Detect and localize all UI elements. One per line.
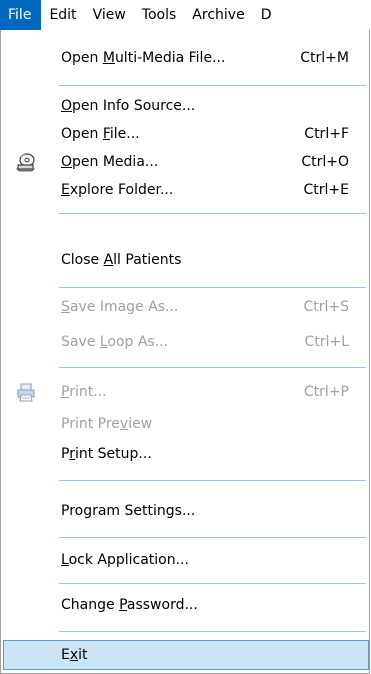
menu-item-print-preview[interactable]: Print Preview bbox=[1, 410, 369, 438]
menu-item-shortcut: Ctrl+P bbox=[303, 384, 349, 400]
printer-icon bbox=[15, 382, 37, 402]
menu-item-print[interactable]: Print... Ctrl+P bbox=[1, 378, 369, 406]
menu-item-shortcut: Ctrl+S bbox=[303, 299, 349, 315]
menu-item-label: Print Setup... bbox=[61, 446, 152, 462]
menu-item-shortcut: Ctrl+O bbox=[301, 154, 349, 170]
menu-item-open-info-source[interactable]: Open Info Source... bbox=[1, 92, 369, 120]
menu-separator bbox=[59, 85, 366, 86]
menu-item-label: Program Settings... bbox=[61, 503, 196, 519]
menu-item-label: Open File... bbox=[61, 126, 140, 142]
menu-item-label: Print Preview bbox=[61, 416, 153, 432]
menu-item-label: Explore Folder... bbox=[61, 182, 174, 198]
menu-item-label: Print... bbox=[61, 384, 107, 400]
menu-separator bbox=[59, 367, 366, 368]
file-menu-dropdown: Open Multi-Media File... Ctrl+M Open Inf… bbox=[0, 30, 370, 674]
menu-item-shortcut: Ctrl+E bbox=[303, 182, 350, 198]
menu-separator bbox=[59, 537, 366, 538]
menu-item-label: Change Password... bbox=[61, 597, 198, 613]
menu-item-open-file[interactable]: Open File... Ctrl+F bbox=[1, 120, 369, 148]
menu-item-label: Open Multi-Media File... bbox=[61, 50, 226, 66]
menu-item-open-multimedia-file[interactable]: Open Multi-Media File... Ctrl+M bbox=[1, 44, 369, 72]
menu-item-save-loop-as[interactable]: Save Loop As... Ctrl+L bbox=[1, 328, 369, 356]
menu-item-label: Exit bbox=[61, 647, 88, 663]
menu-item-shortcut: Ctrl+F bbox=[304, 126, 349, 142]
menu-item-print-setup[interactable]: Print Setup... bbox=[1, 440, 369, 468]
menu-item-explore-folder[interactable]: Explore Folder... Ctrl+E bbox=[1, 176, 369, 204]
menu-item-label: Save Loop As... bbox=[61, 334, 169, 350]
menu-item-program-settings[interactable]: Program Settings... bbox=[1, 497, 369, 525]
menu-item-label: Open Media... bbox=[61, 154, 159, 170]
menu-item-open-media[interactable]: Open Media... Ctrl+O bbox=[1, 148, 369, 176]
menu-bar: File Edit View Tools Archive D bbox=[0, 0, 371, 30]
menu-separator bbox=[59, 631, 366, 632]
menu-item-save-image-as[interactable]: Save Image As... Ctrl+S bbox=[1, 293, 369, 321]
menu-item-change-password[interactable]: Change Password... bbox=[1, 591, 369, 619]
menu-edit[interactable]: Edit bbox=[41, 0, 84, 30]
menu-item-close-all-patients[interactable]: Close All Patients bbox=[1, 246, 369, 274]
menu-item-lock-application[interactable]: Lock Application... bbox=[1, 546, 369, 574]
menu-separator bbox=[59, 583, 366, 584]
menu-separator bbox=[59, 480, 366, 481]
menu-archive[interactable]: Archive bbox=[184, 0, 252, 30]
menu-item-label: Save Image As... bbox=[61, 299, 179, 315]
menu-item-label: Open Info Source... bbox=[61, 98, 196, 114]
menu-separator bbox=[59, 213, 366, 214]
menu-item-label: Lock Application... bbox=[61, 552, 189, 568]
menu-d[interactable]: D bbox=[253, 0, 280, 30]
menu-item-exit[interactable]: Exit bbox=[3, 640, 369, 670]
cd-media-icon bbox=[15, 152, 37, 172]
menu-item-label: Close All Patients bbox=[61, 252, 182, 268]
menu-view[interactable]: View bbox=[85, 0, 134, 30]
menu-item-shortcut: Ctrl+M bbox=[300, 50, 349, 66]
menu-item-shortcut: Ctrl+L bbox=[304, 334, 349, 350]
menu-separator bbox=[59, 287, 366, 288]
menu-tools[interactable]: Tools bbox=[134, 0, 185, 30]
menu-file[interactable]: File bbox=[0, 0, 42, 30]
